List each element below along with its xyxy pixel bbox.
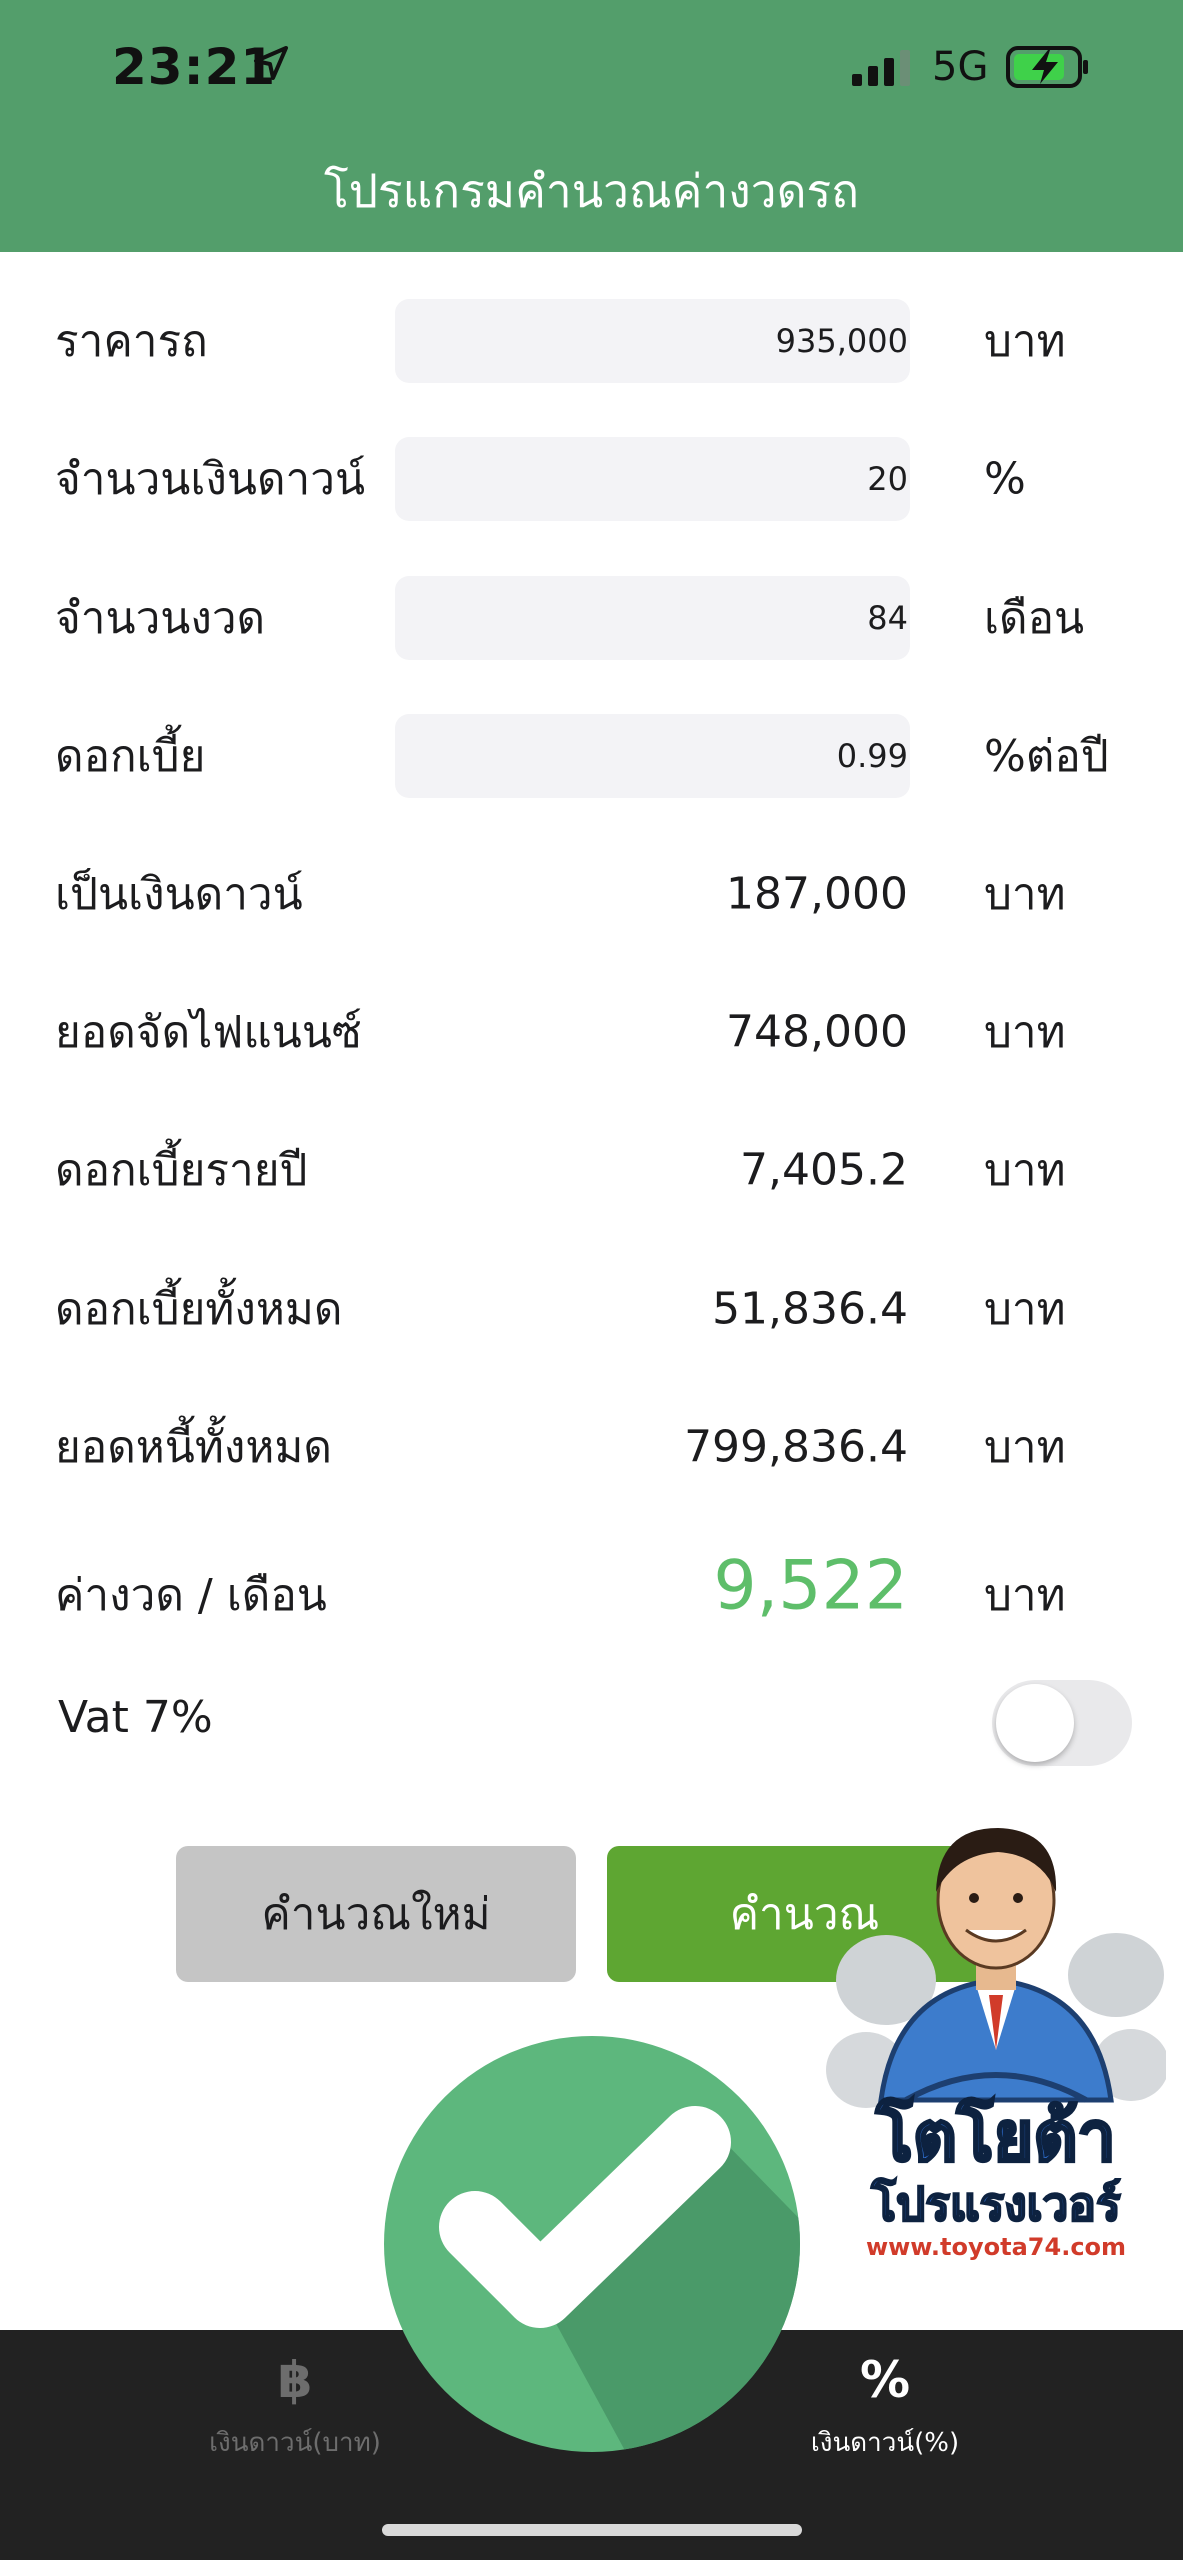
interest-label: ดอกเบี้ย [55,731,206,782]
down-payment-input[interactable]: 20 [395,437,910,521]
total-interest-value: 51,836.4 [712,1283,908,1335]
monthly-payment-unit: บาท [984,1570,1066,1621]
down-amount-value: 187,000 [726,868,908,920]
checkmark-circle-icon [384,2036,800,2452]
signal-icon [852,50,910,86]
monthly-payment-value: 9,522 [713,1546,908,1626]
row-down-amount: เป็นเงินดาวน์ 187,000 บาท [0,849,1183,939]
finance-amount-value: 748,000 [726,1006,908,1058]
monthly-payment-label: ค่างวด / เดือน [55,1570,327,1621]
finance-amount-label: ยอดจัดไฟแนนซ์ [55,1007,362,1058]
down-payment-unit: % [984,453,1026,505]
row-yearly-interest: ดอกเบี้ยรายปี 7,405.2 บาท [0,1125,1183,1215]
row-finance-amount: ยอดจัดไฟแนนซ์ 748,000 บาท [0,987,1183,1077]
installments-unit: เดือน [984,593,1085,644]
car-price-unit: บาท [984,316,1066,367]
network-label: 5G [932,44,989,90]
yearly-interest-value: 7,405.2 [740,1144,908,1196]
interest-input[interactable]: 0.99 [395,714,910,798]
logo-subtitle-text: โปรแรงเวอร์ [870,2177,1121,2231]
car-price-label: ราคารถ [55,316,208,367]
home-indicator [382,2524,802,2536]
row-total-interest: ดอกเบี้ยทั้งหมด 51,836.4 บาท [0,1264,1183,1354]
row-interest: ดอกเบี้ย 0.99 %ต่อปี [0,711,1183,801]
total-debt-label: ยอดหนี้ทั้งหมด [55,1422,332,1473]
toyota-mascot-logo: โตโยต้า โปรแรงเวอร์ www.toyota74.com [826,1828,1166,2261]
installments-input[interactable]: 84 [395,576,910,660]
finance-amount-unit: บาท [984,1007,1066,1058]
logo-title-text: โตโยต้า [875,2097,1115,2177]
car-price-input[interactable]: 935,000 [395,299,910,383]
logo-url-text: www.toyota74.com [866,2233,1126,2261]
yearly-interest-label: ดอกเบี้ยรายปี [55,1145,308,1196]
row-down-payment: จำนวนเงินดาวน์ 20 % [0,434,1183,524]
location-arrow-icon [254,46,288,80]
installments-label: จำนวนงวด [55,593,266,644]
total-interest-label: ดอกเบี้ยทั้งหมด [55,1284,343,1335]
reset-button[interactable]: คำนวณใหม่ [176,1846,576,1982]
row-installments: จำนวนงวด 84 เดือน [0,573,1183,663]
total-debt-unit: บาท [984,1422,1066,1473]
row-monthly-payment: ค่างวด / เดือน 9,522 บาท [0,1546,1183,1640]
row-car-price: ราคารถ 935,000 บาท [0,296,1183,386]
row-total-debt: ยอดหนี้ทั้งหมด 799,836.4 บาท [0,1402,1183,1492]
interest-unit: %ต่อปี [984,731,1109,782]
down-amount-label: เป็นเงินดาวน์ [55,869,303,920]
down-amount-unit: บาท [984,869,1066,920]
page-title: โปรแกรมคำนวณค่างวดรถ [323,164,860,218]
yearly-interest-unit: บาท [984,1145,1066,1196]
total-debt-value: 799,836.4 [684,1421,908,1473]
vat-toggle[interactable] [992,1680,1132,1766]
vat-toggle-knob [996,1684,1074,1762]
vat-label: Vat 7% [58,1692,213,1743]
battery-charging-icon [1006,46,1088,88]
total-interest-unit: บาท [984,1284,1066,1335]
down-payment-label: จำนวนเงินดาวน์ [55,454,366,505]
